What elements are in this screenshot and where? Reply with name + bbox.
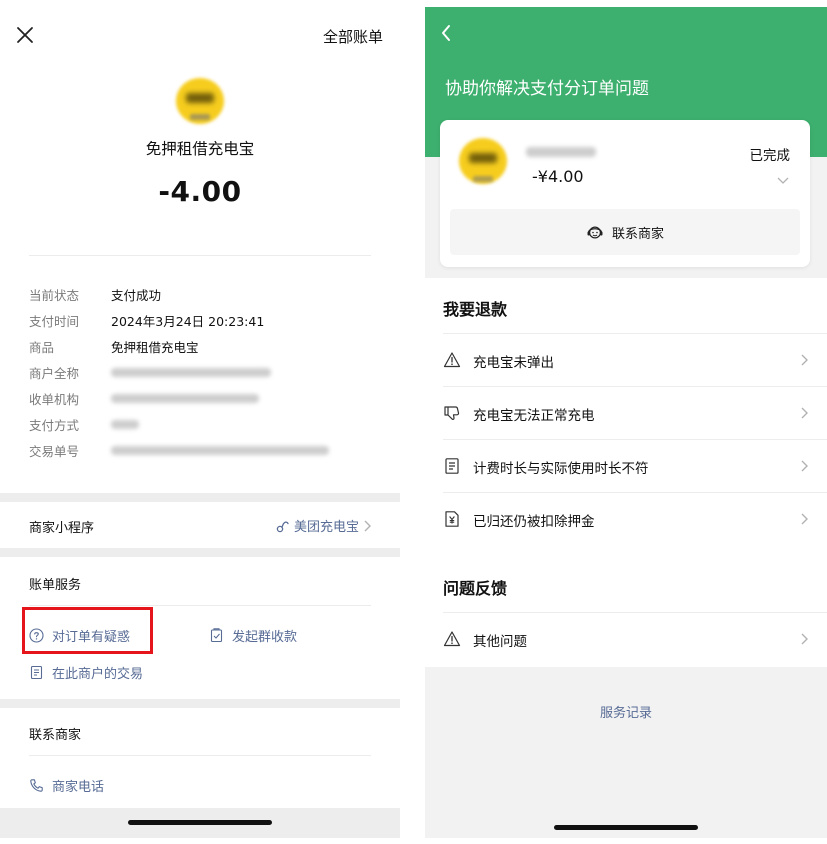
highlight-annotation-box xyxy=(22,607,153,654)
mini-program-name: 美团充电宝 xyxy=(293,520,359,535)
divider xyxy=(29,255,371,256)
section-gap xyxy=(0,493,400,502)
info-row-merchant: 商户全称 xyxy=(29,359,371,385)
bill-amount: -4.00 xyxy=(158,175,242,208)
divider xyxy=(29,605,371,606)
redacted-acquirer xyxy=(111,393,259,403)
mini-program-link[interactable]: 美团充电宝 xyxy=(276,516,372,535)
refund-item-label: 计费时长与实际使用时长不符 xyxy=(473,461,649,477)
group-collect-button[interactable]: 发起群收款 xyxy=(209,626,297,645)
chevron-right-icon xyxy=(801,633,808,645)
refund-section-title: 我要退款 xyxy=(443,300,508,319)
merchant-phone-label: 商家电话 xyxy=(52,780,105,795)
merchant-trades-button[interactable]: 在此商户的交易 xyxy=(29,663,143,682)
redacted-transaction-id xyxy=(111,445,329,455)
info-row-pay-time: 支付时间 2024年3月24日 20:23:41 xyxy=(29,307,371,333)
group-collect-label: 发起群收款 xyxy=(232,630,298,645)
order-amount: -¥4.00 xyxy=(532,167,584,186)
info-row-product: 商品 免押租借充电宝 xyxy=(29,333,371,359)
yuan-document-icon xyxy=(445,511,459,527)
info-label: 支付方式 xyxy=(29,417,80,433)
info-label: 商品 xyxy=(29,339,55,355)
refund-item-cannot-charge[interactable]: 充电宝无法正常充电 xyxy=(443,386,827,439)
info-label: 收单机构 xyxy=(29,391,80,407)
redacted-merchant-name xyxy=(526,147,596,157)
info-value: 免押租借充电宝 xyxy=(111,339,199,355)
feedback-section-title: 问题反馈 xyxy=(443,579,508,598)
refund-item-label: 已归还仍被扣除押金 xyxy=(473,514,595,530)
merchant-logo-caption xyxy=(473,176,493,182)
bill-service-title: 账单服务 xyxy=(29,578,82,593)
redacted-pay-method xyxy=(111,419,139,429)
feedback-item-other[interactable]: 其他问题 xyxy=(443,612,827,665)
order-status: 已完成 xyxy=(749,148,791,164)
mini-program-row[interactable]: 商家小程序 美团充电宝 xyxy=(0,502,400,548)
section-gap xyxy=(0,699,400,708)
contact-merchant-label: 联系商家 xyxy=(611,226,664,242)
redacted-merchant-name xyxy=(111,367,271,377)
merchant-logo-caption xyxy=(190,114,210,120)
customer-service-icon xyxy=(587,226,603,239)
phone-icon xyxy=(30,779,43,792)
refund-item-billing-duration[interactable]: 计费时长与实际使用时长不符 xyxy=(443,439,827,492)
divider xyxy=(29,755,371,756)
refund-item-label: 充电宝无法正常充电 xyxy=(473,408,595,424)
service-records-link[interactable]: 服务记录 xyxy=(425,702,827,721)
chevron-right-icon xyxy=(801,407,808,419)
mini-program-label: 商家小程序 xyxy=(29,521,95,536)
link-icon xyxy=(276,521,289,532)
info-row-pay-method: 支付方式 xyxy=(29,411,371,437)
info-row-status: 当前状态 支付成功 xyxy=(29,281,371,307)
info-value: 支付成功 xyxy=(111,287,162,303)
info-value: 2024年3月24日 20:23:41 xyxy=(111,313,265,329)
home-indicator[interactable] xyxy=(128,820,272,825)
chevron-right-icon xyxy=(801,460,808,472)
group-collect-icon xyxy=(210,628,223,643)
warning-icon xyxy=(443,631,461,647)
contact-merchant-title: 联系商家 xyxy=(29,728,82,743)
refund-item-label: 充电宝未弹出 xyxy=(473,355,554,371)
close-icon[interactable] xyxy=(14,24,36,46)
product-name: 免押租借充电宝 xyxy=(145,140,255,158)
info-label: 商户全称 xyxy=(29,365,80,381)
help-options-list: 我要退款 充电宝未弹出 充电宝无法正常充电 计费时长与实际使用时长不符 已归还仍… xyxy=(425,278,827,667)
page-title: 协助你解决支付分订单问题 xyxy=(445,79,649,99)
order-help-screen: 协助你解决支付分订单问题 -¥4.00 已完成 联系商家 我要退款 充电宝未弹出… xyxy=(425,7,827,838)
chevron-down-icon[interactable] xyxy=(776,176,790,185)
bill-detail-screen: 全部账单 免押租借充电宝 -4.00 当前状态 支付成功 支付时间 2024年3… xyxy=(0,0,400,838)
back-chevron-icon[interactable] xyxy=(439,23,453,43)
contact-merchant-button[interactable]: 联系商家 xyxy=(450,209,800,255)
order-card: -¥4.00 已完成 联系商家 xyxy=(440,120,810,267)
bill-info-list: 当前状态 支付成功 支付时间 2024年3月24日 20:23:41 商品 免押… xyxy=(29,281,371,463)
info-label: 当前状态 xyxy=(29,287,80,303)
home-indicator[interactable] xyxy=(554,825,698,830)
merchant-phone-button[interactable]: 商家电话 xyxy=(29,776,104,795)
all-bills-link[interactable]: 全部账单 xyxy=(323,26,383,47)
document-icon xyxy=(445,458,459,474)
info-row-acquirer: 收单机构 xyxy=(29,385,371,411)
feedback-item-label: 其他问题 xyxy=(473,634,527,650)
document-icon xyxy=(30,665,43,680)
refund-item-not-ejected[interactable]: 充电宝未弹出 xyxy=(443,333,827,386)
merchant-trades-label: 在此商户的交易 xyxy=(52,667,144,682)
section-gap xyxy=(0,548,400,557)
home-indicator-area xyxy=(0,808,400,838)
chevron-right-icon xyxy=(801,354,808,366)
warning-icon xyxy=(443,352,461,368)
info-label: 交易单号 xyxy=(29,443,80,459)
info-row-transaction-id: 交易单号 xyxy=(29,437,371,463)
thumbs-down-icon xyxy=(444,406,460,421)
chevron-right-icon xyxy=(801,513,808,525)
info-label: 支付时间 xyxy=(29,313,80,329)
chevron-right-icon xyxy=(364,520,371,531)
refund-item-deposit-deducted[interactable]: 已归还仍被扣除押金 xyxy=(443,492,827,545)
